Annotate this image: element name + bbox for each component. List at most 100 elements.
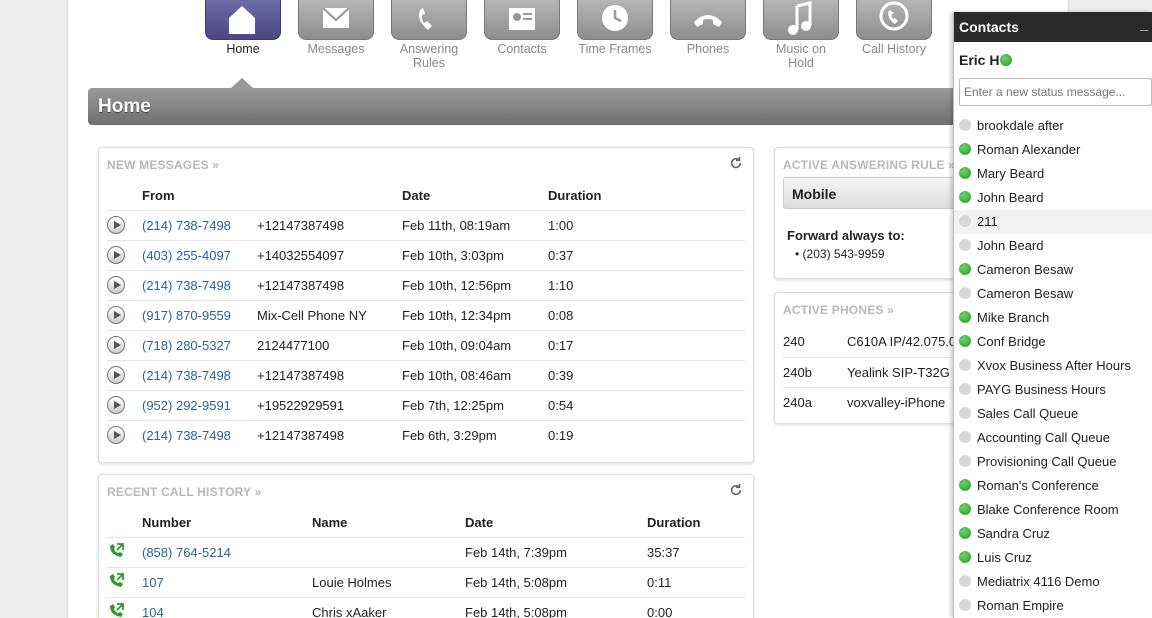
message-row[interactable]: (214) 738-7498 +12147387498 Feb 11th, 08:1… (107, 209, 745, 240)
refresh-icon[interactable] (729, 483, 743, 497)
message-date: Feb 7th, 12:25pm (402, 389, 548, 420)
call-history-row[interactable]: 104 Chris xAaker Feb 14th, 5:08pm 0:00 (107, 596, 745, 618)
message-date: Feb 10th, 3:03pm (402, 239, 548, 270)
contact-item[interactable]: 211 (954, 210, 1152, 234)
message-from[interactable]: (917) 870-9559 (142, 299, 257, 330)
contact-item[interactable]: Provisioning Call Queue (954, 450, 1152, 474)
play-icon[interactable] (107, 336, 125, 354)
col-from[interactable]: From (142, 182, 257, 210)
contact-item[interactable]: Xvox Business After Hours (954, 354, 1152, 378)
contact-item[interactable]: Mike Branch (954, 306, 1152, 330)
contact-item[interactable]: Roman Empire (954, 594, 1152, 618)
call-number[interactable]: 107 (142, 566, 312, 597)
nav-tile[interactable] (763, 0, 839, 40)
nav-item-time-frames[interactable]: Time Frames (576, 0, 654, 56)
message-row[interactable]: (718) 280-5327 2124477100 Feb 10th, 09:04a… (107, 329, 745, 360)
nav-tile[interactable] (856, 0, 932, 40)
col-name[interactable]: Name (312, 509, 465, 537)
refresh-icon[interactable] (729, 156, 743, 170)
nav-tile[interactable] (298, 0, 374, 40)
message-date: Feb 10th, 09:04am (402, 329, 548, 360)
presence-icon (959, 431, 971, 443)
forward-number: • (203) 543-9959 (795, 247, 885, 261)
new-messages-title[interactable]: NEW MESSAGES » (107, 158, 219, 172)
message-caller-id: Mix-Cell Phone NY (257, 299, 402, 330)
message-from[interactable]: (718) 280-5327 (142, 329, 257, 360)
message-row[interactable]: (214) 738-7498 +12147387498 Feb 10th, 12:5… (107, 269, 745, 300)
minimize-button[interactable]: _ (1140, 16, 1148, 32)
call-history-row[interactable]: (858) 764-5214 Feb 14th, 7:39pm 35:37 (107, 536, 745, 567)
col-date[interactable]: Date (465, 509, 647, 537)
play-icon[interactable] (107, 366, 125, 384)
col-duration[interactable]: Duration (548, 182, 745, 210)
message-date: Feb 6th, 3:29pm (402, 419, 548, 450)
nav-item-call-history[interactable]: Call History (855, 0, 933, 56)
message-from[interactable]: (952) 292-9591 (142, 389, 257, 420)
contact-item[interactable]: Sales Call Queue (954, 402, 1152, 426)
contact-item[interactable]: PAYG Business Hours (954, 378, 1152, 402)
answering-rule-title[interactable]: ACTIVE ANSWERING RULE » (783, 158, 955, 172)
nav-tile[interactable] (670, 0, 746, 40)
contact-item[interactable]: Roman's Conference (954, 474, 1152, 498)
nav-item-messages[interactable]: Messages (297, 0, 375, 56)
call-number[interactable]: (858) 764-5214 (142, 536, 312, 567)
contact-item[interactable]: Cameron Besaw (954, 282, 1152, 306)
nav-item-home[interactable]: Home (204, 0, 282, 56)
active-phones-title[interactable]: ACTIVE PHONES » (783, 303, 894, 317)
contact-item[interactable]: Luis Cruz (954, 546, 1152, 570)
call-history-row[interactable]: 107 Louie Holmes Feb 14th, 5:08pm 0:11 (107, 566, 745, 597)
message-row[interactable]: (403) 255-4097 +14032554097 Feb 10th, 3:03… (107, 239, 745, 270)
call-duration: 35:37 (647, 536, 745, 567)
col-duration[interactable]: Duration (647, 509, 745, 537)
nav-tile[interactable] (391, 0, 467, 40)
contact-name: John Beard (977, 190, 1044, 205)
contact-item[interactable]: Roman Alexander (954, 138, 1152, 162)
current-user[interactable]: Eric H (954, 42, 1152, 78)
contact-item[interactable]: brookdale after (954, 114, 1152, 138)
call-history-title[interactable]: RECENT CALL HISTORY » (107, 485, 261, 499)
message-from[interactable]: (214) 738-7498 (142, 269, 257, 300)
col-date[interactable]: Date (402, 182, 548, 210)
nav-tile[interactable] (205, 0, 281, 40)
play-icon[interactable] (107, 276, 125, 294)
contact-item[interactable]: Blake Conference Room (954, 498, 1152, 522)
phones-table: 240 C610A IP/42.075.0 240b Yealink SIP-T32G… (783, 327, 973, 417)
contact-item[interactable]: John Beard (954, 186, 1152, 210)
phone-row[interactable]: 240b Yealink SIP-T32G (783, 356, 973, 387)
message-row[interactable]: (214) 738-7498 +12147387498 Feb 10th, 08:4… (107, 359, 745, 390)
message-row[interactable]: (214) 738-7498 +12147387498 Feb 6th, 3:29p… (107, 419, 745, 450)
nav-item-contacts[interactable]: Contacts (483, 0, 561, 56)
contact-item[interactable]: Sandra Cruz (954, 522, 1152, 546)
nav-item-answering-rules[interactable]: Answering Rules (390, 0, 468, 70)
play-icon[interactable] (107, 246, 125, 264)
status-message-input[interactable] (959, 78, 1152, 106)
play-icon[interactable] (107, 426, 125, 445)
contact-item[interactable]: Conf Bridge (954, 330, 1152, 354)
nav-item-music-on-hold[interactable]: Music on Hold (762, 0, 840, 70)
contact-item[interactable]: John Beard (954, 234, 1152, 258)
message-from[interactable]: (403) 255-4097 (142, 239, 257, 270)
call-number[interactable]: 104 (142, 596, 312, 618)
contact-item[interactable]: Mary Beard (954, 162, 1152, 186)
call-duration: 0:11 (647, 566, 745, 597)
contact-item[interactable]: Mediatrix 4116 Demo (954, 570, 1152, 594)
message-caller-id: +19522929591 (257, 389, 402, 420)
message-from[interactable]: (214) 738-7498 (142, 359, 257, 390)
message-from[interactable]: (214) 738-7498 (142, 419, 257, 450)
message-from[interactable]: (214) 738-7498 (142, 209, 257, 240)
phone-row[interactable]: 240a voxvalley-iPhone (783, 386, 973, 417)
message-row[interactable]: (952) 292-9591 +19522929591 Feb 7th, 12:25… (107, 389, 745, 420)
play-icon[interactable] (107, 306, 125, 324)
play-icon[interactable] (107, 216, 125, 234)
nav-tile[interactable] (484, 0, 560, 40)
phone-row[interactable]: 240 C610A IP/42.075.0 (783, 327, 973, 357)
nav-item-phones[interactable]: Phones (669, 0, 747, 56)
contact-item[interactable]: Accounting Call Queue (954, 426, 1152, 450)
call-name (312, 536, 465, 567)
nav-tile[interactable] (577, 0, 653, 40)
presence-icon (959, 119, 971, 131)
contact-item[interactable]: Cameron Besaw (954, 258, 1152, 282)
message-row[interactable]: (917) 870-9559 Mix-Cell Phone NY Feb 10th,… (107, 299, 745, 330)
col-number[interactable]: Number (142, 509, 312, 537)
play-icon[interactable] (107, 396, 125, 414)
